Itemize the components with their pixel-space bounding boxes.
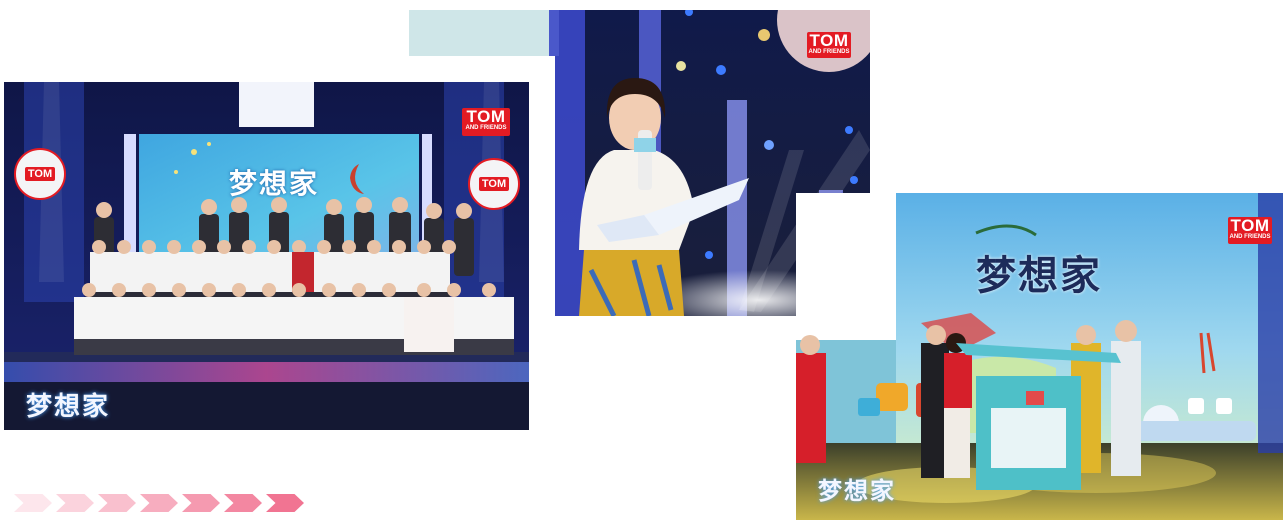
chevron-decoration (14, 494, 304, 512)
tom-logo-text: TOM (809, 31, 849, 50)
tom-logo-text: TOM (1230, 216, 1270, 235)
chevron-shape (182, 494, 220, 512)
chevron-shape (140, 494, 178, 512)
screen-title: 梦想家 (976, 252, 1102, 299)
tom-logo-subtext: AND FRIENDS (1229, 234, 1271, 240)
show-watermark: 梦想家 (818, 476, 896, 505)
round-logo-left: TOM (14, 148, 66, 200)
chevron-shape (224, 494, 262, 512)
round-logo-text: TOM (24, 167, 56, 181)
show-watermark: 梦想家 (26, 392, 111, 422)
tom-logo: TOM AND FRIENDS (462, 108, 510, 136)
chevron-shape (98, 494, 136, 512)
tom-logo-subtext: AND FRIENDS (808, 49, 850, 55)
group-photo-art (4, 82, 529, 430)
tom-logo: TOM AND FRIENDS (807, 32, 851, 58)
photo-group-stage: 梦想家 TOM AND FRIENDS TOM TOM 梦想家 (4, 82, 529, 430)
chevron-shape (14, 494, 52, 512)
chevron-shape (56, 494, 94, 512)
tom-logo: TOM AND FRIENDS (1228, 217, 1272, 244)
round-logo-right: TOM (468, 158, 520, 210)
photo-ceremony: TOM AND FRIENDS 梦想家 梦想家 (796, 193, 1283, 520)
tom-logo-text: TOM (466, 107, 506, 126)
round-logo-text: TOM (478, 177, 510, 191)
screen-title: 梦想家 (229, 167, 320, 200)
chevron-shape (266, 494, 304, 512)
tom-logo-subtext: AND FRIENDS (465, 125, 507, 131)
